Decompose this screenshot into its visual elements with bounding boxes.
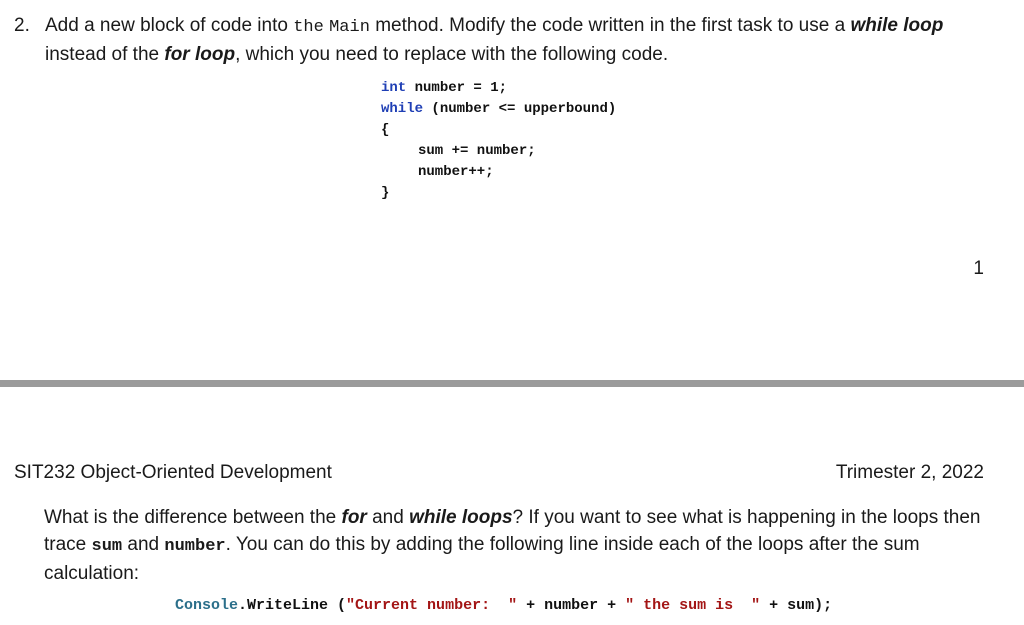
sum-code: sum — [91, 537, 123, 556]
task-text-part: instead of the — [45, 44, 165, 65]
code-line-1: int number = 1; — [381, 78, 507, 99]
loop-difference-paragraph: What is the difference between the for a… — [44, 504, 994, 587]
task-2-text: Add a new block of code into the Main me… — [45, 12, 1004, 68]
for-loop-emphasis: for loop — [164, 44, 236, 65]
console-writeline-code: Console.WriteLine ("Current number: " + … — [175, 597, 832, 614]
code-text: .WriteLine ( — [238, 597, 347, 614]
string-literal: " the sum is " — [625, 597, 761, 614]
document-page-1: 2. Add a new block of code into the Main… — [0, 0, 1024, 381]
task-text-the: the — [293, 18, 324, 37]
task-text-part: , which you need to replace with the fol… — [235, 44, 669, 65]
code-text: + sum); — [760, 597, 833, 614]
number-code: number — [164, 537, 226, 556]
while-loop-emphasis: while loop — [850, 15, 944, 36]
para-text: and — [366, 507, 410, 528]
code-line-2: while (number <= upperbound) — [381, 99, 616, 120]
code-text: (number <= upperbound) — [423, 101, 617, 117]
task-2-instruction: 2. Add a new block of code into the Main… — [14, 12, 1004, 68]
task-text-part: method. Modify the code written in the f… — [369, 15, 851, 36]
code-text: number = 1; — [406, 80, 508, 96]
string-literal: "Current number: " — [346, 597, 518, 614]
console-class: Console — [175, 597, 239, 614]
keyword-while: while — [381, 101, 424, 117]
task-number: 2. — [14, 15, 30, 36]
keyword-int: int — [381, 80, 407, 96]
page-separator — [0, 380, 1024, 387]
code-text: + number + — [517, 597, 626, 614]
page-header-trimester: Trimester 2, 2022 — [835, 462, 984, 483]
main-method-code: Main — [329, 18, 370, 37]
while-loops-emphasis: while loops — [409, 507, 513, 528]
code-line-6: } — [381, 185, 390, 201]
document-page-2: SIT232 Object-Oriented Development Trime… — [0, 387, 1024, 625]
code-line-4: sum += number; — [418, 143, 536, 159]
page-header-course: SIT232 Object-Oriented Development — [14, 462, 332, 483]
code-line-5: number++; — [418, 164, 494, 180]
page-number: 1 — [973, 258, 984, 279]
task-text-part: Add a new block of code into — [45, 15, 294, 36]
para-text: and — [122, 534, 165, 555]
code-line-3: { — [381, 122, 390, 138]
para-text: What is the difference between the — [44, 507, 342, 528]
for-emphasis: for — [341, 507, 367, 528]
